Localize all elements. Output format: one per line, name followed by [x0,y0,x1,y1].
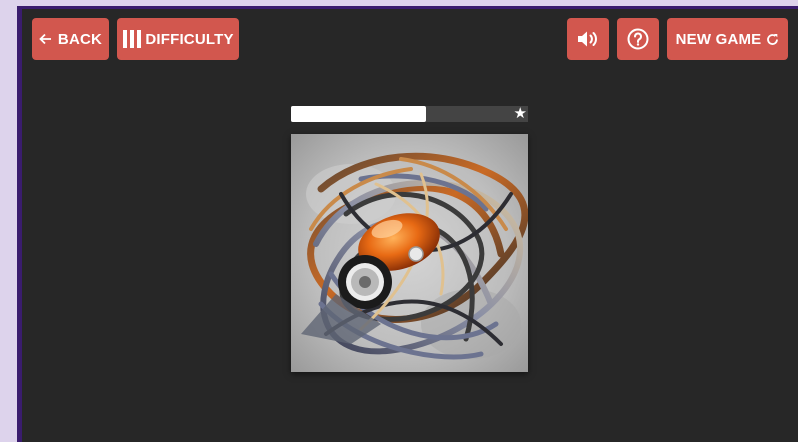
new-game-button[interactable]: NEW GAME [667,18,788,60]
sound-toggle-button[interactable] [567,18,609,60]
volume-icon [577,30,599,48]
scribble-car-picture [291,134,529,372]
difficulty-label: DIFFICULTY [145,30,234,48]
progress-bar: ★ [291,105,528,122]
refresh-icon [766,33,779,46]
star-icon: ★ [513,105,527,122]
question-circle-icon [627,28,649,50]
back-button[interactable]: BACK [32,18,109,60]
bars-icon [122,29,142,49]
back-label: BACK [57,30,103,48]
new-game-label: NEW GAME [675,30,762,48]
progress-fill [291,106,427,122]
arrow-left-icon [39,33,52,45]
difficulty-button[interactable]: DIFFICULTY [117,18,239,60]
puzzle-image[interactable] [291,134,529,372]
help-button[interactable] [617,18,659,60]
